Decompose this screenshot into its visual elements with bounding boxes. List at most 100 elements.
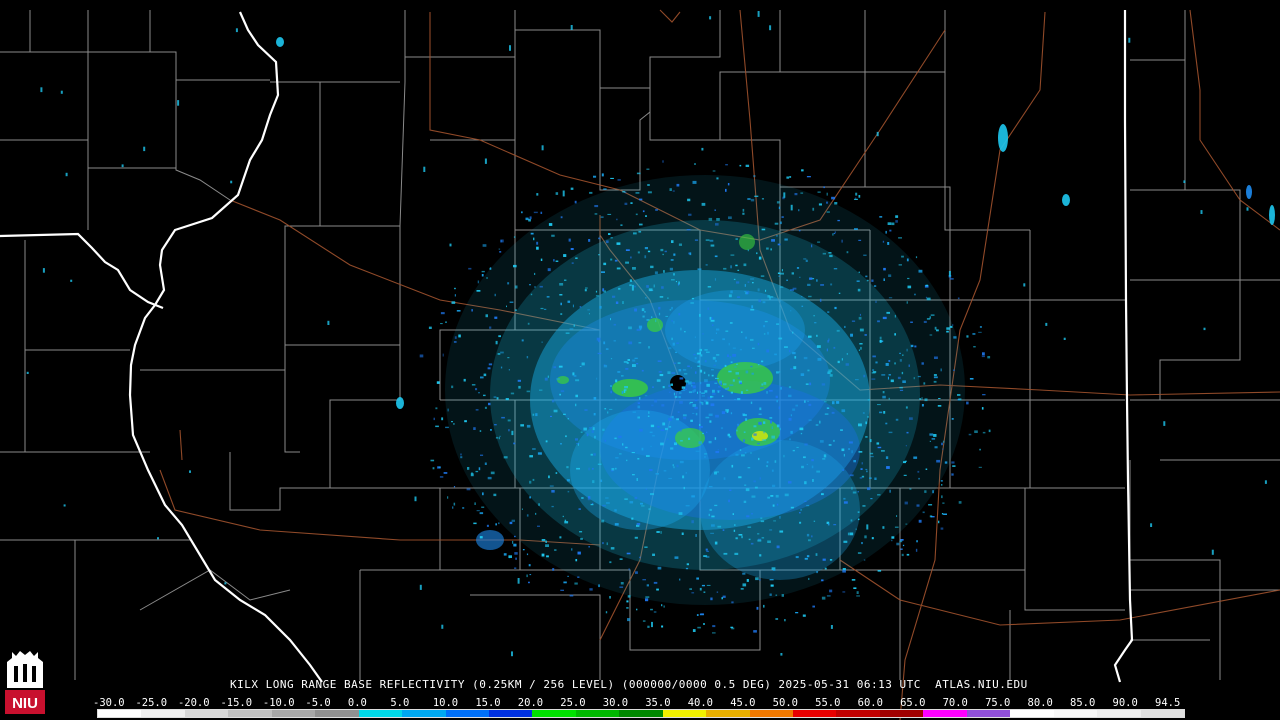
echo-speckle (440, 323, 443, 325)
echo-speckle (652, 553, 655, 556)
echo-speckle (692, 412, 695, 414)
echo-speckle (598, 339, 600, 343)
echo-speckle (593, 453, 596, 456)
echo-speckle (629, 284, 632, 287)
echo-speckle (858, 239, 862, 241)
echo-speckle (843, 497, 846, 500)
echo-speckle (593, 175, 597, 178)
echo-speckle (745, 290, 750, 294)
echo-speckle (718, 380, 722, 384)
echo-speckle (800, 432, 803, 435)
echo-speckle (65, 172, 68, 177)
echo-speckle (804, 500, 807, 502)
echo-speckle (760, 387, 764, 389)
echo-speckle (741, 454, 745, 457)
echo-speckle (650, 445, 652, 447)
echo-speckle (601, 271, 605, 273)
echo-speckle (1264, 480, 1267, 484)
echo-speckle (871, 537, 874, 540)
echo-speckle (747, 198, 751, 200)
echo-speckle (585, 287, 588, 289)
echo-speckle (621, 390, 624, 394)
echo-speckle (565, 435, 567, 438)
echo-speckle (574, 582, 578, 585)
echo-speckle (806, 555, 810, 558)
echo-speckle (812, 207, 815, 211)
echo-speckle (727, 183, 730, 186)
echo-speckle (528, 581, 530, 584)
echo-speckle (789, 438, 791, 441)
echo-speckle (603, 188, 607, 190)
echo-speckle (754, 195, 759, 197)
echo-speckle (840, 429, 843, 431)
echo-speckle (630, 202, 633, 204)
echo-speckle (860, 468, 863, 470)
echo-speckle (914, 345, 917, 348)
echo-speckle (770, 420, 772, 424)
echo-speckle (624, 202, 628, 205)
echo-speckle (60, 90, 63, 94)
echo-speckle (767, 540, 771, 543)
echo-speckle (681, 389, 686, 391)
radar-map[interactable] (0, 0, 1280, 720)
echo-speckle (598, 584, 600, 588)
echo-speckle (751, 513, 753, 515)
echo-speckle (632, 359, 636, 362)
scale-label: 60.0 (857, 697, 883, 709)
echo-speckle (692, 390, 695, 393)
echo-speckle (907, 277, 910, 280)
echo-speckle (808, 295, 812, 298)
scale-label: 90.0 (1112, 697, 1138, 709)
echo-speckle (503, 456, 508, 459)
echo-speckle (517, 578, 520, 584)
echo-speckle (753, 480, 756, 483)
echo-speckle (790, 506, 794, 509)
echo-speckle (774, 222, 779, 225)
echo-speckle (714, 209, 716, 211)
echo-speckle (865, 421, 868, 425)
echo-speckle (795, 556, 799, 559)
echo-speckle (541, 341, 543, 343)
echo-speckle (694, 239, 699, 241)
echo-speckle (551, 490, 555, 493)
echo-speckle (831, 411, 835, 414)
echo-speckle (841, 239, 843, 243)
echo-speckle (681, 532, 684, 535)
echo-speckle (1128, 37, 1131, 43)
echo-speckle (697, 626, 701, 629)
echo-speckle (605, 611, 608, 614)
echo-speckle (699, 381, 702, 385)
echo-speckle (682, 475, 685, 479)
echo-speckle (614, 259, 618, 262)
echo-speckle (715, 223, 719, 226)
echo-speckle (870, 498, 873, 500)
echo-speckle (879, 340, 882, 343)
echo-speckle (903, 474, 907, 476)
echo-speckle (121, 164, 124, 168)
echo-speckle (589, 427, 592, 429)
echo-speckle (660, 531, 662, 534)
echo-speckle (648, 508, 651, 511)
echo-speckle (451, 301, 456, 304)
echo-speckle (877, 570, 882, 572)
echo-speckle (784, 346, 788, 348)
echo-speckle (806, 533, 810, 537)
echo-speckle (647, 184, 650, 186)
echo-speckle (602, 504, 606, 507)
echo-speckle (482, 244, 487, 247)
echo-speckle (957, 394, 961, 396)
echo-speckle (910, 344, 914, 348)
echo-speckle (751, 305, 754, 309)
echo-speckle (745, 336, 747, 339)
echo-speckle (584, 409, 588, 411)
echo-speckle (650, 265, 654, 269)
echo-speckle (727, 354, 729, 357)
echo-speckle (547, 268, 551, 272)
echo-speckle (663, 470, 667, 472)
echo-speckle (776, 323, 780, 325)
echo-speckle (680, 327, 682, 331)
echo-speckle (637, 405, 641, 409)
echo-speckle (761, 198, 764, 200)
echo-speckle (604, 408, 607, 410)
echo-speckle (895, 215, 899, 218)
